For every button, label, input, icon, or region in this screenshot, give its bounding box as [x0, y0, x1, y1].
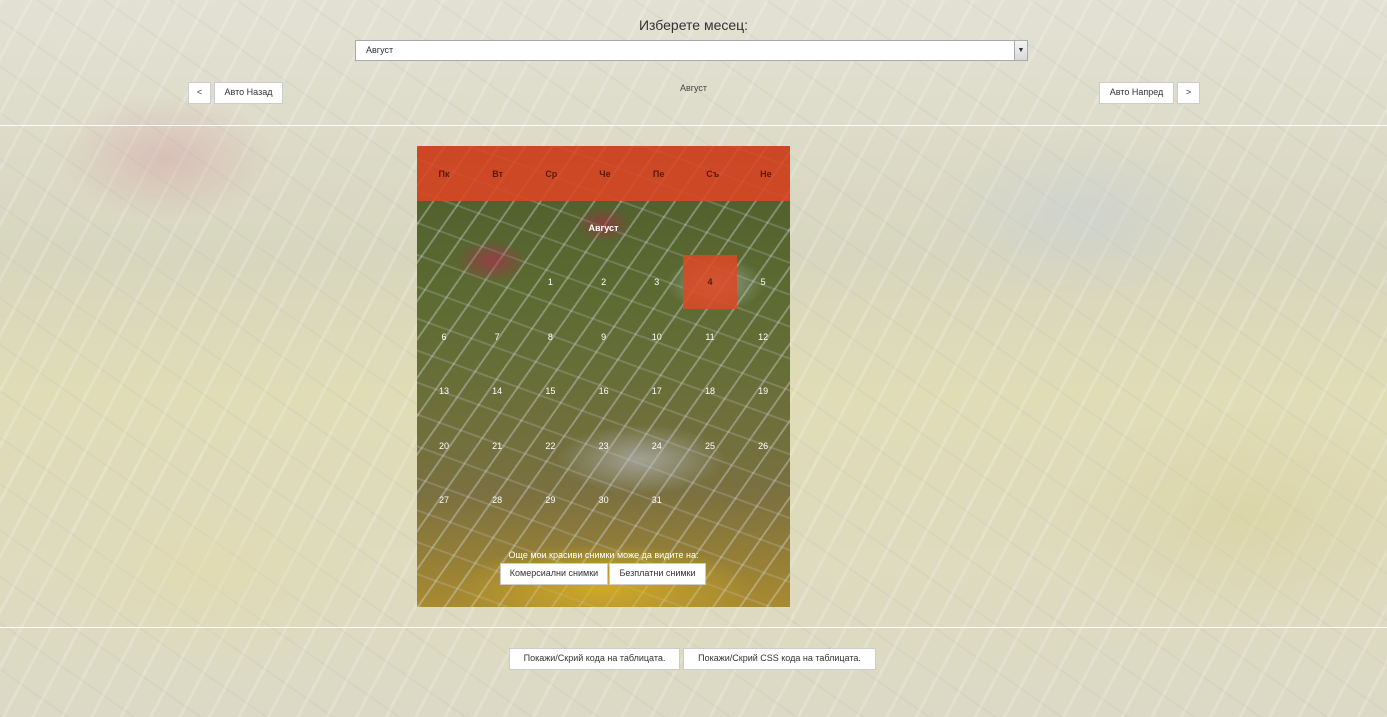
weekday-wed: Ср [545, 168, 558, 179]
day-cell[interactable]: 8 [523, 310, 577, 364]
auto-forward-button[interactable]: Авто Напред [1099, 82, 1174, 104]
day-cell[interactable]: 5 [736, 255, 790, 309]
divider [0, 125, 1387, 126]
day-cell[interactable]: 2 [577, 255, 631, 309]
day-cell[interactable]: 21 [470, 419, 524, 473]
day-cell[interactable]: 6 [417, 310, 471, 364]
weekday-header: Пк Вт Ср Че Пе Съ Не [417, 146, 790, 201]
calendar: Пк Вт Ср Че Пе Съ Не Август 1 2 3 4 5 6 7 8 9 10 1… [417, 146, 790, 607]
day-cell[interactable]: 22 [523, 419, 577, 473]
free-photos-button[interactable]: Безплатни снимки [609, 563, 706, 585]
day-cell[interactable]: 10 [630, 310, 684, 364]
day-cell-today[interactable]: 4 [683, 255, 737, 309]
commercial-photos-button[interactable]: Комерсиални снимки [500, 563, 608, 585]
day-cell[interactable]: 24 [630, 419, 684, 473]
day-cell[interactable]: 29 [523, 473, 577, 527]
chevron-down-icon[interactable]: ▼ [1014, 41, 1027, 60]
weekday-fri: Пе [652, 168, 665, 179]
next-month-button[interactable]: > [1177, 82, 1200, 104]
day-cell[interactable]: 23 [577, 419, 631, 473]
day-cell[interactable]: 19 [736, 364, 790, 418]
day-cell[interactable]: 13 [417, 364, 471, 418]
toggle-css-code-button[interactable]: Покажи/Скрий CSS кода на таблицата. [683, 648, 876, 670]
day-cell[interactable]: 16 [577, 364, 631, 418]
day-cell[interactable]: 7 [470, 310, 524, 364]
day-cell[interactable]: 26 [736, 419, 790, 473]
month-select-label: Изберете месец: [638, 17, 749, 33]
divider [0, 627, 1387, 628]
calendar-month-title: Август [588, 223, 619, 233]
day-cell[interactable]: 11 [683, 310, 737, 364]
day-cell[interactable]: 30 [577, 473, 631, 527]
day-cell[interactable]: 17 [630, 364, 684, 418]
weekday-sun: Не [760, 168, 772, 179]
weekday-tue: Вт [492, 168, 504, 179]
day-cell[interactable]: 18 [683, 364, 737, 418]
weekday-sat: Съ [706, 168, 720, 179]
more-photos-text: Още мои красиви снимки може да видите на… [508, 550, 699, 560]
day-cell[interactable]: 15 [523, 364, 577, 418]
day-cell[interactable]: 27 [417, 473, 471, 527]
weekday-mon: Пк [438, 168, 450, 179]
month-select[interactable]: Август ▼ [355, 40, 1028, 61]
day-cell[interactable]: 28 [470, 473, 524, 527]
toggle-table-code-button[interactable]: Покажи/Скрий кода на таблицата. [509, 648, 680, 670]
weekday-thu: Че [599, 168, 611, 179]
day-cell[interactable]: 9 [577, 310, 631, 364]
day-cell[interactable]: 14 [470, 364, 524, 418]
day-cell[interactable]: 3 [630, 255, 684, 309]
day-cell[interactable]: 31 [630, 473, 684, 527]
day-cell[interactable]: 12 [736, 310, 790, 364]
day-cell[interactable]: 25 [683, 419, 737, 473]
day-cell[interactable]: 20 [417, 419, 471, 473]
month-select-value: Август [366, 45, 394, 55]
day-cell[interactable]: 1 [523, 255, 577, 309]
